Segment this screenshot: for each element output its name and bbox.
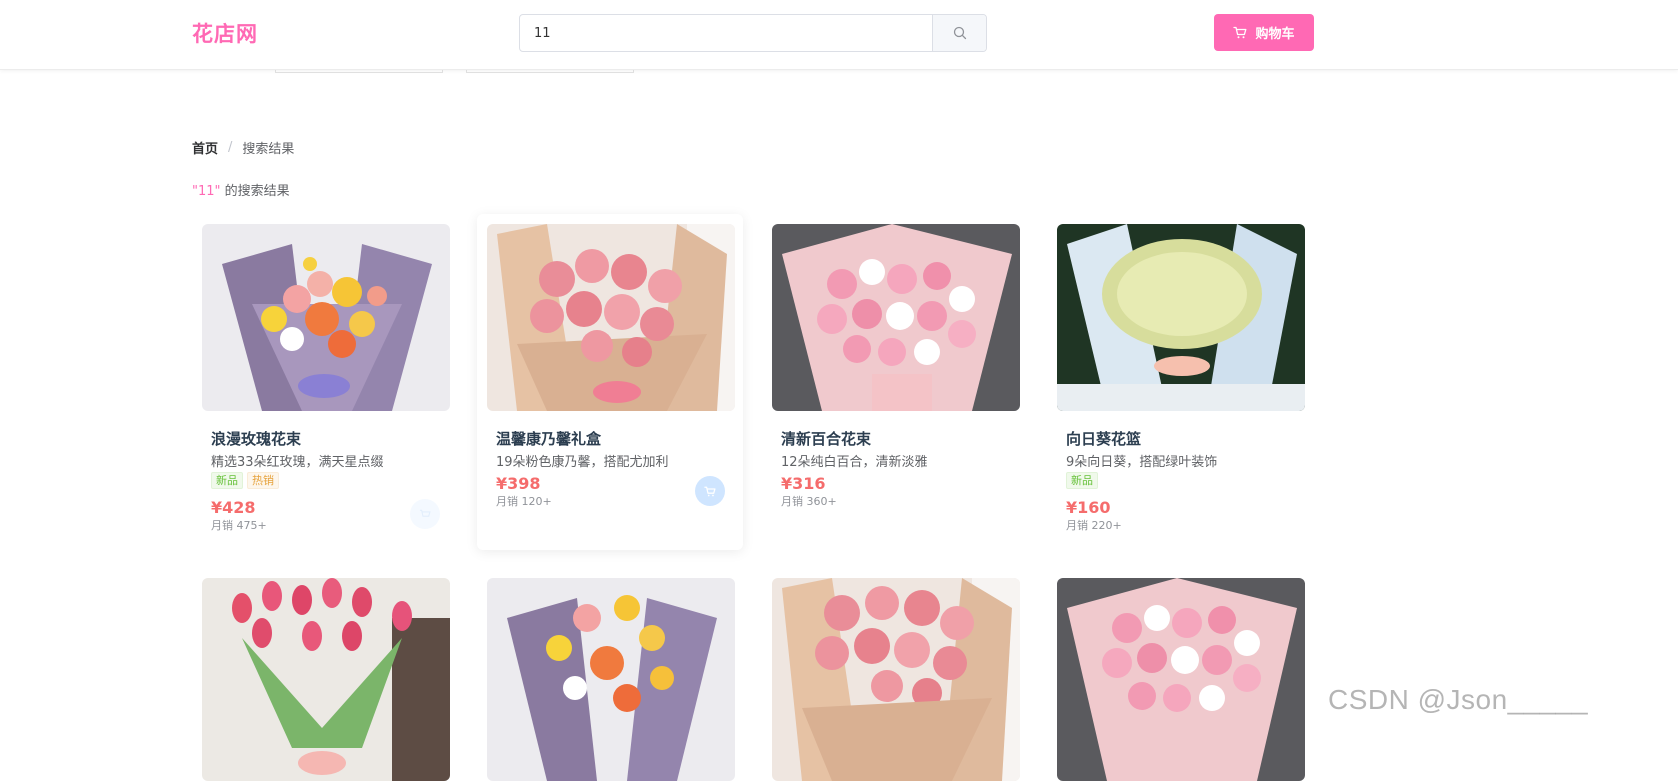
product-sales: 月销 220+ <box>1066 519 1122 532</box>
cart-icon <box>1233 26 1247 39</box>
product-image[interactable] <box>1057 578 1305 781</box>
product-image[interactable] <box>1057 224 1305 411</box>
cart-button[interactable]: 购物车 <box>1214 14 1314 51</box>
product-tags: 新品 热销 <box>211 472 279 489</box>
product-desc: 9朵向日葵，搭配绿叶装饰 <box>1066 455 1218 470</box>
product-sales: 月销 360+ <box>781 495 837 508</box>
add-to-cart-button[interactable] <box>695 476 725 506</box>
search-input[interactable] <box>520 15 932 51</box>
top-navbar: 花店网 购物车 <box>0 0 1678 70</box>
hidden-control-outline <box>275 70 443 73</box>
cart-button-label: 购物车 <box>1255 27 1295 42</box>
cart-icon <box>704 486 716 496</box>
tag-new: 新品 <box>1066 472 1098 489</box>
search-result-suffix: 的搜索结果 <box>220 184 290 199</box>
product-name[interactable]: 温馨康乃馨礼盒 <box>496 428 601 449</box>
product-name[interactable]: 浪漫玫瑰花束 <box>211 428 301 449</box>
search-icon <box>953 26 966 40</box>
product-image[interactable] <box>772 578 1020 781</box>
product-name[interactable]: 清新百合花束 <box>781 428 871 449</box>
product-desc: 12朵纯白百合，清新淡雅 <box>781 455 928 470</box>
search-keyword: "11" <box>192 184 221 199</box>
site-logo[interactable]: 花店网 <box>192 18 258 48</box>
breadcrumb-separator: / <box>228 140 233 155</box>
search-bar <box>519 14 987 52</box>
product-card[interactable]: 向日葵花篮 9朵向日葵，搭配绿叶装饰 新品 ¥160 月销 220+ <box>1047 224 1313 544</box>
breadcrumb-current: 搜索结果 <box>242 142 295 157</box>
product-desc: 精选33朵红玫瑰，满天星点缀 <box>211 455 384 470</box>
tag-hot: 热销 <box>247 472 279 489</box>
product-tags: 新品 <box>1066 472 1098 489</box>
product-card[interactable]: 清新百合花束 12朵纯白百合，清新淡雅 ¥316 月销 360+ <box>762 224 1028 544</box>
product-price: ¥160 <box>1066 498 1111 517</box>
breadcrumb: 首页 / 搜索结果 <box>192 138 294 157</box>
product-card[interactable]: 温馨康乃馨礼盒 19朵粉色康乃馨，搭配尤加利 ¥398 月销 120+ <box>477 214 743 550</box>
product-card[interactable] <box>762 578 1028 781</box>
product-image[interactable] <box>487 578 735 781</box>
product-price: ¥316 <box>781 474 826 493</box>
product-card[interactable]: 浪漫玫瑰花束 精选33朵红玫瑰，满天星点缀 新品 热销 ¥428 月销 475+ <box>192 224 458 544</box>
hidden-control-outline <box>466 70 634 73</box>
add-to-cart-button[interactable] <box>410 499 440 529</box>
product-card[interactable] <box>1047 578 1313 781</box>
cart-icon <box>419 509 431 517</box>
product-image[interactable] <box>772 224 1020 411</box>
product-sales: 月销 475+ <box>211 519 267 532</box>
product-image[interactable] <box>202 578 450 781</box>
product-card[interactable] <box>477 578 743 781</box>
watermark: CSDN @Json_____ <box>1328 684 1589 715</box>
search-result-title: "11" 的搜索结果 <box>192 180 290 199</box>
breadcrumb-home[interactable]: 首页 <box>192 138 218 157</box>
search-button[interactable] <box>932 15 986 51</box>
product-price: ¥398 <box>496 474 541 493</box>
tag-new: 新品 <box>211 472 243 489</box>
product-price: ¥428 <box>211 498 256 517</box>
product-image[interactable] <box>202 224 450 411</box>
product-image[interactable] <box>487 224 735 411</box>
product-card[interactable] <box>192 578 458 781</box>
product-sales: 月销 120+ <box>496 495 552 508</box>
product-desc: 19朵粉色康乃馨，搭配尤加利 <box>496 455 669 470</box>
product-name[interactable]: 向日葵花篮 <box>1066 428 1141 449</box>
